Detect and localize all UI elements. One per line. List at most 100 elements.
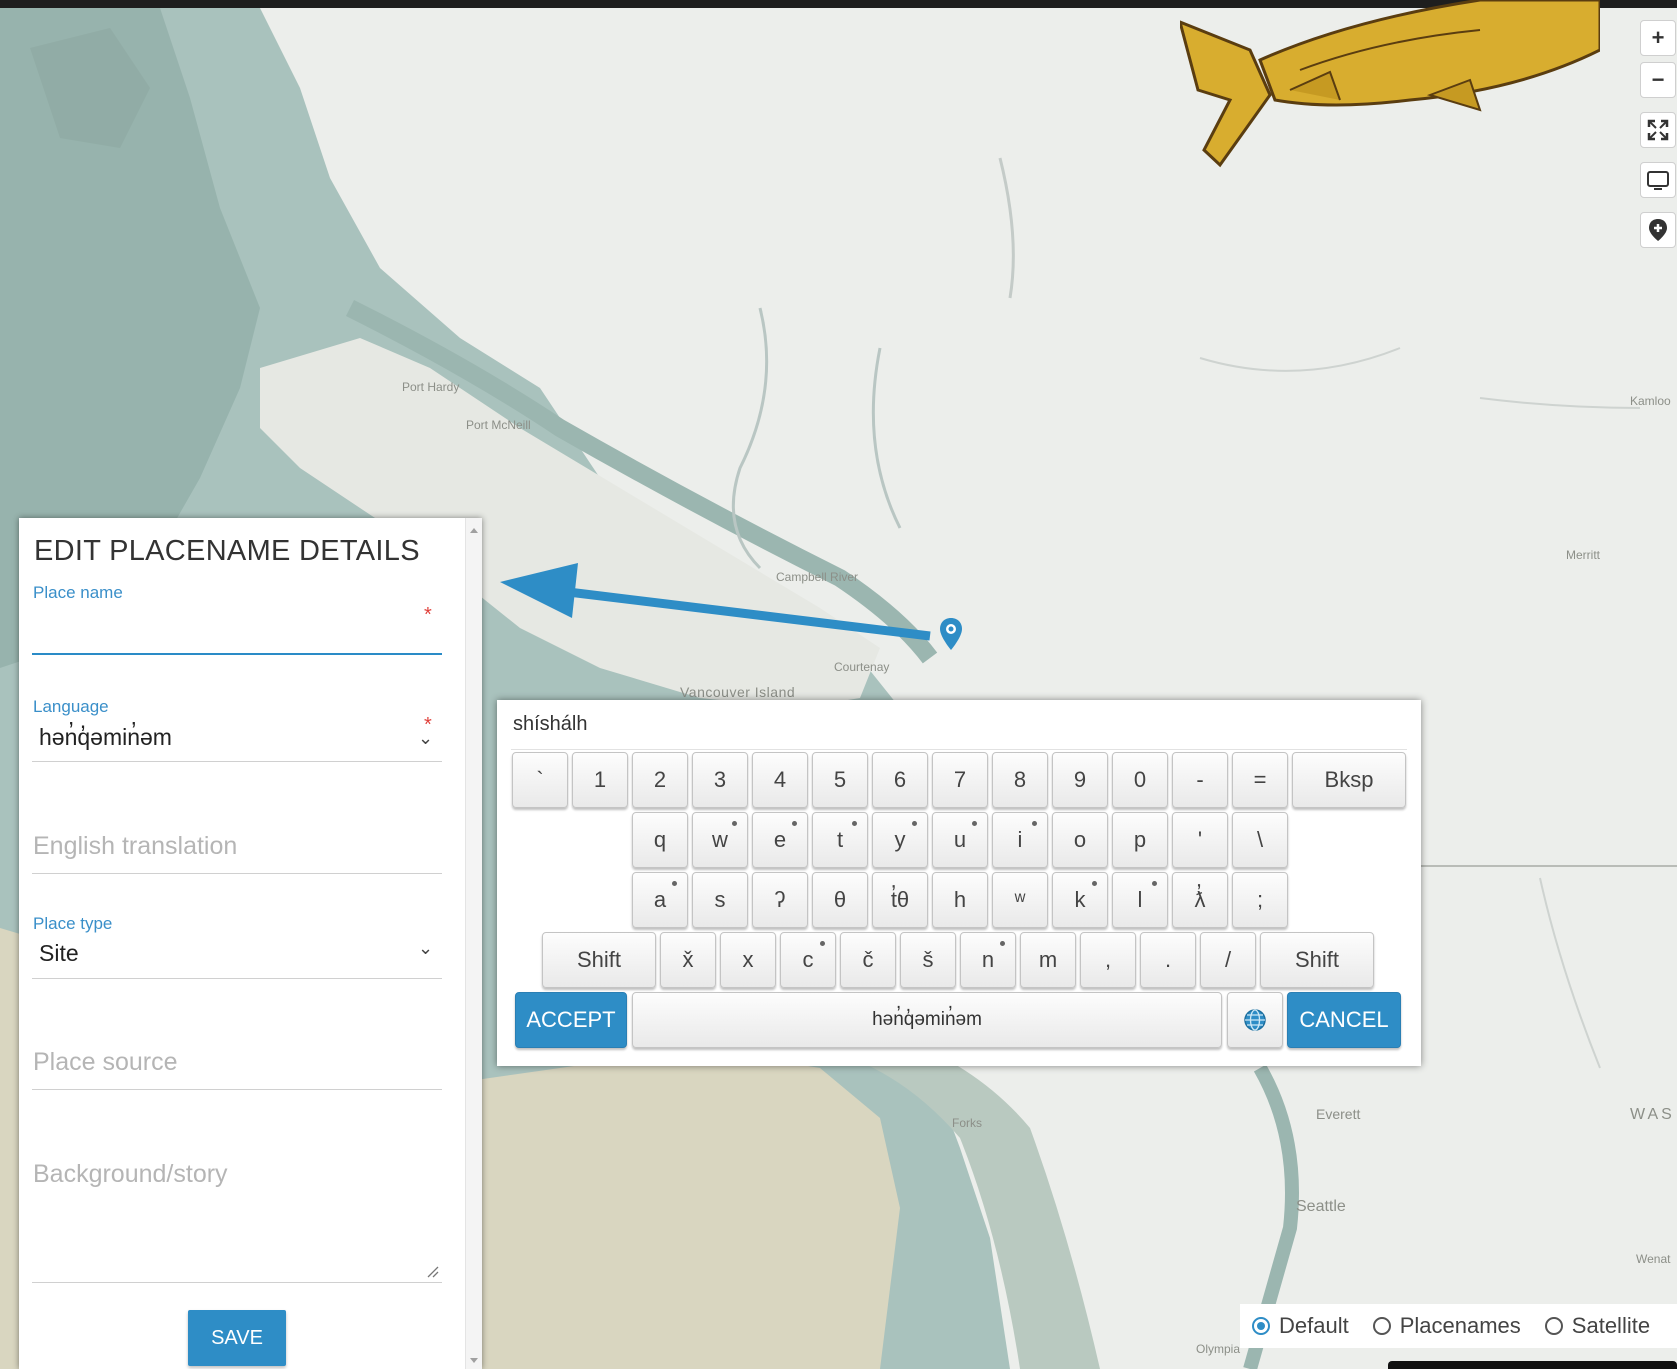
key[interactable]: n: [960, 932, 1016, 988]
key[interactable]: t: [812, 812, 868, 868]
place-source-input[interactable]: Place source: [33, 1048, 178, 1077]
key[interactable]: 3: [692, 752, 748, 808]
key[interactable]: s: [692, 872, 748, 928]
place-name-input[interactable]: [39, 618, 419, 646]
key[interactable]: 1: [572, 752, 628, 808]
save-button[interactable]: SAVE: [188, 1310, 286, 1366]
scroll-up-icon[interactable]: [470, 528, 478, 533]
key[interactable]: w: [692, 812, 748, 868]
background-story-textarea[interactable]: Background/story: [33, 1160, 228, 1189]
cancel-button[interactable]: CANCEL: [1287, 992, 1401, 1048]
key[interactable]: -: [1172, 752, 1228, 808]
add-marker-button[interactable]: [1640, 212, 1676, 248]
backspace-key[interactable]: Bksp: [1292, 752, 1406, 808]
language-underline: [32, 761, 442, 762]
key-label: l: [1137, 887, 1143, 912]
key[interactable]: x̌: [660, 932, 716, 988]
layer-option-placenames[interactable]: Placenames: [1372, 1313, 1521, 1339]
keyboard-preview-space-key[interactable]: hən̓q̓əmin̓əm: [632, 992, 1222, 1048]
panel-scrollbar[interactable]: [465, 518, 482, 1369]
key[interactable]: 0: [1112, 752, 1168, 808]
key[interactable]: θ: [812, 872, 868, 928]
key[interactable]: ;: [1232, 872, 1288, 928]
key[interactable]: =: [1232, 752, 1288, 808]
key[interactable]: h: [932, 872, 988, 928]
radio-icon[interactable]: [1544, 1317, 1563, 1335]
scroll-down-icon[interactable]: [470, 1358, 478, 1363]
key[interactable]: 9: [1052, 752, 1108, 808]
language-select[interactable]: hən̓q̓əmin̓əm: [39, 724, 172, 751]
key[interactable]: k: [1052, 872, 1108, 928]
place-type-select[interactable]: Site: [39, 940, 79, 967]
key[interactable]: 6: [872, 752, 928, 808]
key-label: n: [981, 947, 995, 972]
key[interactable]: q: [632, 812, 688, 868]
add-location-icon: [1649, 219, 1667, 241]
screen-view-button[interactable]: [1640, 162, 1676, 198]
key-label: a: [653, 887, 667, 912]
key[interactable]: o: [1052, 812, 1108, 868]
key[interactable]: m: [1020, 932, 1076, 988]
base-layer-switcher: Default Placenames Satellite: [1240, 1304, 1677, 1348]
panel-title: EDIT PLACENAME DETAILS: [34, 535, 420, 567]
monitor-icon: [1647, 171, 1669, 190]
layer-option-default[interactable]: Default: [1252, 1313, 1349, 1339]
key[interactable]: ʔ: [752, 872, 808, 928]
diacritic-dot: [732, 821, 737, 826]
language-switch-button[interactable]: [1227, 992, 1283, 1048]
key[interactable]: 4: [752, 752, 808, 808]
key[interactable]: š: [900, 932, 956, 988]
key-label: c: [802, 947, 814, 972]
key[interactable]: c: [780, 932, 836, 988]
chevron-down-icon[interactable]: ⌄: [418, 938, 433, 959]
key-label: w: [712, 827, 728, 852]
chevron-down-icon[interactable]: ⌄: [418, 728, 433, 749]
radio-selected-icon[interactable]: [1252, 1317, 1270, 1335]
key-label: i: [1017, 827, 1023, 852]
map-label-olympia: Olympia: [1196, 1342, 1241, 1356]
key[interactable]: a: [632, 872, 688, 928]
shift-key[interactable]: Shift: [542, 932, 656, 988]
fullscreen-button[interactable]: [1640, 112, 1676, 148]
key[interactable]: e: [752, 812, 808, 868]
key[interactable]: t̓θ: [872, 872, 928, 928]
map-pin-icon[interactable]: [939, 617, 963, 651]
accept-button[interactable]: ACCEPT: [515, 992, 627, 1048]
diacritic-dot: [1000, 941, 1005, 946]
zoom-in-button[interactable]: +: [1640, 20, 1676, 56]
place-name-underline: [32, 653, 442, 655]
resize-handle-icon[interactable]: [427, 1266, 439, 1278]
key[interactable]: \: [1232, 812, 1288, 868]
shift-key[interactable]: Shift: [1260, 932, 1374, 988]
key[interactable]: ': [1172, 812, 1228, 868]
keyboard-language-title: shíshálh: [513, 713, 588, 735]
key[interactable]: y: [872, 812, 928, 868]
key[interactable]: ʷ: [992, 872, 1048, 928]
key[interactable]: ,: [1080, 932, 1136, 988]
place-name-label: Place name: [33, 583, 123, 602]
key[interactable]: p: [1112, 812, 1168, 868]
key[interactable]: ƛ̓: [1172, 872, 1228, 928]
key[interactable]: 5: [812, 752, 868, 808]
key[interactable]: l: [1112, 872, 1168, 928]
key[interactable]: `: [512, 752, 568, 808]
key[interactable]: 8: [992, 752, 1048, 808]
key[interactable]: /: [1200, 932, 1256, 988]
key-label: y: [894, 827, 906, 852]
layer-option-satellite[interactable]: Satellite: [1544, 1313, 1650, 1339]
map-label-merritt: Merritt: [1566, 548, 1600, 562]
key[interactable]: 7: [932, 752, 988, 808]
key[interactable]: x: [720, 932, 776, 988]
place-type-label: Place type: [33, 914, 113, 933]
key[interactable]: 2: [632, 752, 688, 808]
place-type-underline: [32, 978, 442, 979]
key[interactable]: u: [932, 812, 988, 868]
english-translation-input[interactable]: English translation: [33, 832, 237, 861]
key[interactable]: i: [992, 812, 1048, 868]
map-label-campbell-river: Campbell River: [776, 570, 859, 584]
zoom-out-button[interactable]: −: [1640, 62, 1676, 98]
key-label: u: [953, 827, 967, 852]
radio-icon[interactable]: [1372, 1317, 1391, 1335]
key[interactable]: č: [840, 932, 896, 988]
key[interactable]: .: [1140, 932, 1196, 988]
